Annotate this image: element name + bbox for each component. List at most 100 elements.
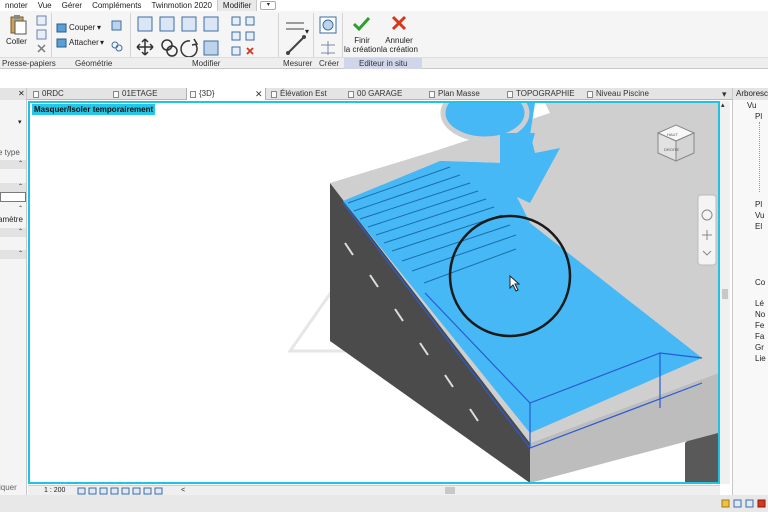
- view-3d-icon: [190, 91, 196, 98]
- tab-topographie[interactable]: TOPOGRAPHIE: [504, 88, 584, 100]
- tab-00-garage[interactable]: 00 GARAGE: [345, 88, 426, 100]
- tab-label: Plan Masse: [438, 89, 480, 98]
- paste-label[interactable]: Coller: [6, 37, 27, 46]
- tree-legends[interactable]: Lé: [755, 299, 764, 308]
- view-control-bar: 1 : 200 <: [28, 485, 720, 495]
- cut-dropdown-icon[interactable]: ▾: [97, 23, 101, 32]
- apply-button[interactable]: iquer: [0, 483, 17, 492]
- modify-tools-icons[interactable]: [136, 15, 256, 63]
- tab-3d[interactable]: {3D}: [186, 88, 266, 100]
- close-icon[interactable]: ✕: [18, 89, 25, 98]
- viewport-vertical-scrollbar[interactable]: ▴: [720, 101, 730, 484]
- tree-elevations[interactable]: El: [755, 222, 762, 231]
- ribbon-options-dropdown[interactable]: ▾: [260, 1, 277, 10]
- tabs-overflow-icon[interactable]: ▾: [722, 88, 727, 100]
- tab-label: 00 GARAGE: [357, 89, 403, 98]
- view-3d-canvas[interactable]: HAUT DROITE Masquer/Isoler temporairemen…: [28, 101, 720, 484]
- status-tray-icons[interactable]: [720, 499, 768, 509]
- menu-modifier[interactable]: Modifier: [216, 0, 258, 11]
- ribbon-group-labels: Presse-papiers Géométrie Modifier Mesure…: [0, 57, 768, 69]
- tree-views-3d[interactable]: Vu: [755, 211, 765, 220]
- tree-plans[interactable]: Pl: [755, 112, 762, 121]
- tab-close-icon[interactable]: ✕: [255, 88, 263, 100]
- collapse-icon[interactable]: ⌃: [18, 160, 23, 167]
- project-browser-title: Arboresce: [736, 89, 768, 98]
- tab-elevation-est[interactable]: Élévation Est: [268, 88, 345, 100]
- tree-families[interactable]: Fa: [755, 332, 764, 341]
- attach-label[interactable]: Attacher: [69, 38, 99, 47]
- menu-gerer[interactable]: Gérer: [57, 0, 87, 11]
- finish-label-2[interactable]: la création: [344, 45, 381, 54]
- collapse-icon[interactable]: ⌃: [18, 183, 23, 190]
- finish-check-icon[interactable]: [352, 15, 372, 33]
- tab-plan-masse[interactable]: Plan Masse: [426, 88, 504, 100]
- pool-model[interactable]: HAUT DROITE: [30, 103, 718, 482]
- cut-label[interactable]: Couper: [69, 23, 95, 32]
- finish-label-1[interactable]: Finir: [345, 36, 379, 45]
- cancel-x-icon[interactable]: [391, 15, 407, 33]
- collapse-icon[interactable]: ⌃: [18, 228, 23, 235]
- tab-0rdc[interactable]: 0RDC: [30, 88, 110, 100]
- paste-icon[interactable]: [8, 14, 28, 36]
- document-icon: [587, 91, 593, 98]
- tree-views[interactable]: Vu: [747, 101, 757, 110]
- menu-annoter[interactable]: nnoter: [0, 0, 33, 11]
- geometry-small-icons[interactable]: [110, 19, 124, 59]
- document-icon: [33, 91, 39, 98]
- create-icon[interactable]: [318, 15, 340, 59]
- cut-icon[interactable]: [56, 23, 68, 33]
- tree-plans-2[interactable]: Pl: [755, 200, 762, 209]
- bottom-status-area: [0, 495, 768, 512]
- view-control-icons[interactable]: [76, 487, 186, 495]
- tree-sheets[interactable]: Fe: [755, 321, 764, 330]
- tab-label: TOPOGRAPHIE: [516, 89, 575, 98]
- menu-vue[interactable]: Vue: [33, 0, 57, 11]
- viewcube-top-label: HAUT: [667, 132, 678, 137]
- group-modify-label: Modifier: [192, 59, 221, 68]
- tree-sections[interactable]: Co: [755, 278, 765, 287]
- tree-groups[interactable]: Gr: [755, 343, 764, 352]
- group-clipboard-label: Presse-papiers: [2, 59, 56, 68]
- viewcube-front-label: DROITE: [664, 147, 679, 152]
- properties-panel: ✕ ▾ e type ⌃ ⌃ ⌃ amètre ⌃ ⌃ iquer: [0, 88, 27, 500]
- group-inplace-editor-label: Editeur in situ: [344, 58, 423, 69]
- tab-label: Élévation Est: [280, 89, 327, 98]
- tab-label: Niveau Piscine: [596, 89, 649, 98]
- revit-window: { "menu": { "items": [ {"label": "nnoter…: [0, 0, 768, 512]
- scroll-up-icon[interactable]: ▴: [721, 101, 725, 109]
- horizontal-scroll-thumb[interactable]: [445, 487, 455, 494]
- project-browser: Arboresce Vu Pl Pl Vu El Co Lé No Fe Fa …: [732, 88, 768, 500]
- group-measure-label: Mesurer: [283, 59, 313, 68]
- menu-twinmotion[interactable]: Twinmotion 2020: [146, 0, 216, 11]
- measure-icon[interactable]: [284, 17, 310, 57]
- type-selector-dropdown-icon[interactable]: ▾: [18, 118, 22, 126]
- view-tabs: 0RDC 01ETAGE {3D} ✕ Élévation Est 00 GAR…: [0, 88, 732, 100]
- tree-schedules[interactable]: No: [755, 310, 765, 319]
- navigation-bar[interactable]: [697, 194, 717, 266]
- tab-niveau-piscine[interactable]: Niveau Piscine: [584, 88, 684, 100]
- document-icon: [507, 91, 513, 98]
- clipboard-small-icons[interactable]: [36, 15, 48, 55]
- scroll-thumb[interactable]: [722, 289, 728, 299]
- parameter-label: amètre: [0, 215, 23, 224]
- menu-complements[interactable]: Compléments: [87, 0, 146, 11]
- cancel-label-1[interactable]: Annuler: [382, 36, 416, 45]
- type-edit-label[interactable]: e type: [0, 148, 20, 157]
- document-icon: [271, 91, 277, 98]
- tab-01etage[interactable]: 01ETAGE: [110, 88, 186, 100]
- attach-dropdown-icon[interactable]: ▾: [100, 38, 104, 47]
- collapse-icon[interactable]: ⌃: [18, 205, 23, 212]
- collapse-icon[interactable]: ⌃: [18, 250, 23, 257]
- measure-dropdown-icon[interactable]: ▾: [305, 27, 309, 36]
- document-icon: [113, 91, 119, 98]
- tab-label: 01ETAGE: [122, 89, 158, 98]
- cancel-label-2[interactable]: la création: [381, 45, 418, 54]
- group-create-label: Créer: [319, 59, 340, 68]
- attach-icon[interactable]: [56, 38, 68, 48]
- property-field[interactable]: [0, 192, 26, 202]
- document-icon: [429, 91, 435, 98]
- document-icon: [348, 91, 354, 98]
- menu-bar: nnoter Vue Gérer Compléments Twinmotion …: [0, 0, 768, 11]
- tree-guide-line: [759, 122, 760, 192]
- tree-links[interactable]: Lie: [755, 354, 766, 363]
